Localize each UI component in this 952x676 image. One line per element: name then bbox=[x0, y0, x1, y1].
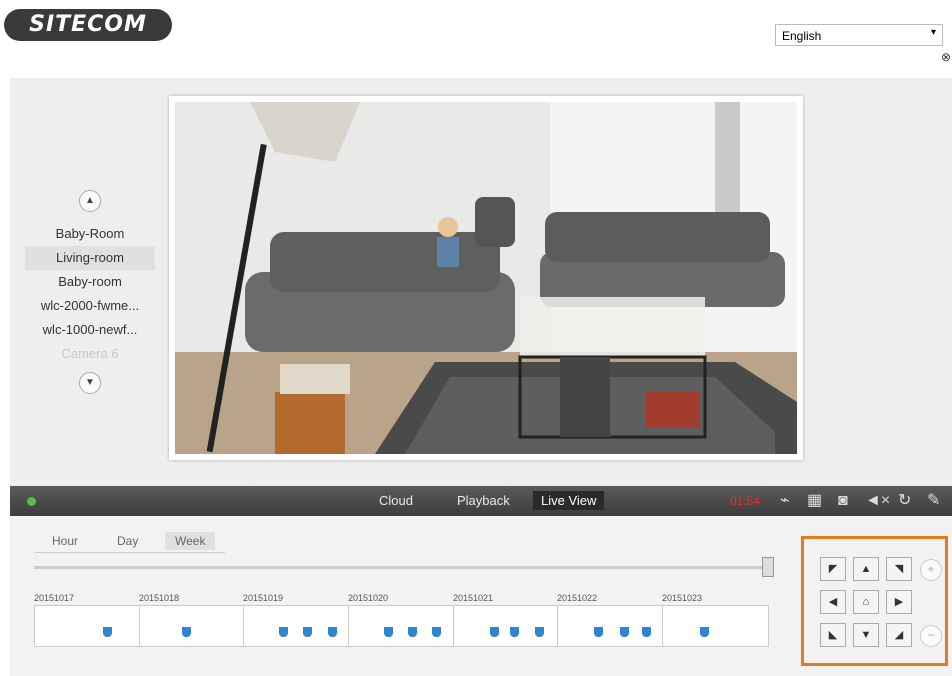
date-label: 20151020 bbox=[348, 593, 389, 603]
recording-marker[interactable] bbox=[642, 627, 651, 637]
recording-timer: 01:54 bbox=[730, 494, 761, 508]
day-divider bbox=[662, 606, 663, 646]
pan-down-right-icon[interactable]: ◢ bbox=[886, 623, 912, 647]
sitecom-logo: SITECOM bbox=[4, 9, 172, 41]
camera-item-selected[interactable]: Living-room bbox=[25, 246, 155, 270]
mic-off-icon[interactable]: ⌁ bbox=[780, 491, 790, 511]
pan-up-icon[interactable]: ▲ bbox=[853, 557, 879, 581]
pan-left-icon[interactable]: ◀ bbox=[820, 590, 846, 614]
pan-right-icon[interactable]: ▶ bbox=[886, 590, 912, 614]
day-divider bbox=[453, 606, 454, 646]
tab-playback[interactable]: Playback bbox=[457, 493, 510, 508]
recording-marker[interactable] bbox=[279, 627, 288, 637]
recording-marker[interactable] bbox=[594, 627, 603, 637]
recording-marker[interactable] bbox=[182, 627, 191, 637]
recording-marker[interactable] bbox=[432, 627, 441, 637]
date-label: 20151021 bbox=[453, 593, 494, 603]
status-indicator-icon bbox=[27, 497, 36, 506]
day-divider bbox=[139, 606, 140, 646]
recording-marker[interactable] bbox=[620, 627, 629, 637]
pan-down-icon[interactable]: ▼ bbox=[853, 623, 879, 647]
zoom-in-icon[interactable]: + bbox=[920, 559, 942, 581]
recording-marker[interactable] bbox=[328, 627, 337, 637]
date-label: 20151019 bbox=[243, 593, 284, 603]
time-slider[interactable] bbox=[34, 566, 764, 569]
dropdown-arrow-icon: ▾ bbox=[930, 27, 936, 38]
camera-item[interactable]: wlc-1000-newf... bbox=[25, 318, 155, 342]
date-label: 20151018 bbox=[139, 593, 180, 603]
recording-marker[interactable] bbox=[303, 627, 312, 637]
home-icon[interactable]: ⌂ bbox=[853, 590, 879, 614]
range-underline bbox=[35, 552, 225, 553]
recording-marker[interactable] bbox=[408, 627, 417, 637]
refresh-icon[interactable]: ↻ bbox=[898, 491, 911, 511]
settings-wrench-icon[interactable]: ✎ bbox=[927, 491, 940, 511]
camera-item-disabled: Camera 6 bbox=[61, 346, 119, 361]
scroll-down-icon[interactable]: ▼ bbox=[79, 372, 101, 394]
recording-marker[interactable] bbox=[535, 627, 544, 637]
language-select[interactable]: English ▾ bbox=[775, 24, 943, 46]
date-label: 20151022 bbox=[557, 593, 598, 603]
tab-live-view[interactable]: Live View bbox=[533, 491, 605, 510]
camera-list: ▲ Baby-Room Living-room Baby-room wlc-20… bbox=[25, 190, 155, 394]
recording-marker[interactable] bbox=[510, 627, 519, 637]
bottom-toolbar: Cloud Playback Live View 01:54 ⌁ ▦ ◙ ◄× … bbox=[10, 486, 952, 516]
date-label: 20151023 bbox=[662, 593, 703, 603]
zoom-out-icon[interactable]: − bbox=[920, 625, 942, 647]
close-icon[interactable]: ⊗ bbox=[941, 50, 951, 64]
living-room-feed-image bbox=[175, 102, 797, 454]
grid-layout-icon[interactable]: ▦ bbox=[807, 491, 822, 511]
pan-down-left-icon[interactable]: ◣ bbox=[820, 623, 846, 647]
range-week[interactable]: Week bbox=[165, 532, 216, 550]
recording-marker[interactable] bbox=[700, 627, 709, 637]
recording-marker[interactable] bbox=[490, 627, 499, 637]
snapshot-icon[interactable]: ◙ bbox=[838, 491, 848, 511]
day-divider bbox=[243, 606, 244, 646]
date-label: 20151017 bbox=[34, 593, 75, 603]
range-hour[interactable]: Hour bbox=[52, 534, 78, 548]
recording-timeline[interactable] bbox=[34, 605, 769, 647]
camera-item[interactable]: wlc-2000-fwme... bbox=[25, 294, 155, 318]
day-divider bbox=[348, 606, 349, 646]
camera-item[interactable]: Baby-Room bbox=[25, 222, 155, 246]
day-divider bbox=[557, 606, 558, 646]
camera-item[interactable]: Baby-room bbox=[25, 270, 155, 294]
pan-up-right-icon[interactable]: ◥ bbox=[886, 557, 912, 581]
pan-up-left-icon[interactable]: ◤ bbox=[820, 557, 846, 581]
recording-marker[interactable] bbox=[384, 627, 393, 637]
slider-handle[interactable] bbox=[762, 557, 774, 577]
video-feed[interactable] bbox=[169, 96, 803, 460]
recording-marker[interactable] bbox=[103, 627, 112, 637]
scroll-up-icon[interactable]: ▲ bbox=[79, 190, 101, 212]
tab-cloud[interactable]: Cloud bbox=[379, 493, 413, 508]
language-value: English bbox=[782, 29, 822, 43]
mute-icon[interactable]: ◄× bbox=[865, 491, 890, 511]
range-day[interactable]: Day bbox=[117, 534, 138, 548]
